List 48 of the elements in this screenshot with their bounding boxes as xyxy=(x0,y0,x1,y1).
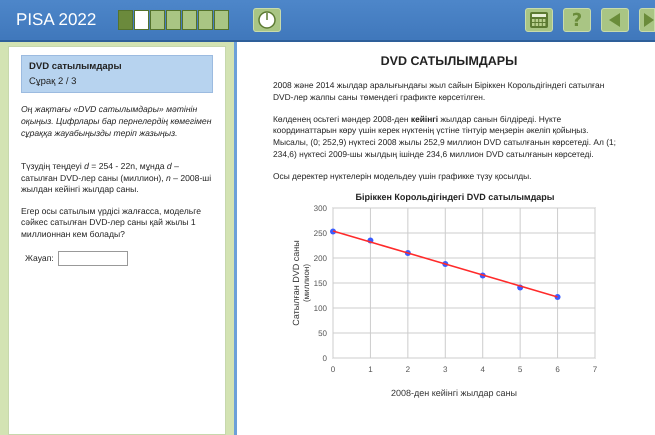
data-point[interactable] xyxy=(442,261,448,268)
forward-icon[interactable] xyxy=(639,8,655,32)
back-icon[interactable] xyxy=(601,8,629,32)
progress-step[interactable] xyxy=(134,10,150,30)
stimulus-title: DVD САТЫЛЫМДАРЫ xyxy=(380,54,518,68)
x-tick-label: 3 xyxy=(443,365,448,374)
x-tick-label: 7 xyxy=(592,365,598,374)
timer-icon[interactable] xyxy=(253,8,282,32)
answer-label: Жауап: xyxy=(25,253,54,264)
question-text: Түзудің теңдеуі d = 254 - 22n, мұнда d – сатылған DVD-лер саны (миллион), n – 2008-ші жылдан кейінгі жылдар саны. xyxy=(21,161,212,196)
data-point[interactable] xyxy=(554,294,561,300)
help-button[interactable]: ? xyxy=(563,8,591,32)
y-tick-label: 100 xyxy=(314,304,327,314)
data-point[interactable] xyxy=(480,272,486,279)
chart-title: Біріккен Корольдігіндегі DVD сатылымдары xyxy=(354,192,556,202)
y-tick-label: 0 xyxy=(322,354,327,364)
answer-field[interactable] xyxy=(58,250,128,266)
stimulus-text: Осы деректер нүктелерін модельдеу үшін графикке түзу қосылды. xyxy=(273,170,532,182)
x-axis-label: 2008-ден кейінгі жылдар саны xyxy=(390,388,518,398)
stimulus-text: 2008 және 2014 жылдар аралығындағы жыл сайын Біріккен Корольдігіндегі сатылған DVD-лер жалпы саны төмендегі графикте көрсетілген. xyxy=(273,80,606,104)
x-tick-label: 1 xyxy=(368,365,373,374)
y-axis-label: Сатылған DVD саны (миллион) xyxy=(291,240,311,326)
y-tick-label: 150 xyxy=(314,279,327,288)
progress-step[interactable] xyxy=(150,10,166,30)
x-tick-label: 5 xyxy=(518,365,522,374)
app-title: PISA 2022 xyxy=(16,10,96,30)
data-point[interactable] xyxy=(367,238,374,244)
y-tick-label: 300 xyxy=(314,204,327,214)
data-point[interactable] xyxy=(517,284,524,291)
progress-step[interactable] xyxy=(166,10,182,30)
data-point[interactable] xyxy=(330,228,336,235)
y-tick-label: 200 xyxy=(314,254,327,264)
data-point[interactable] xyxy=(404,250,411,256)
x-tick-label: 6 xyxy=(555,365,560,374)
calculator-icon[interactable] xyxy=(525,8,553,32)
x-tick-label: 0 xyxy=(330,365,336,374)
progress-step[interactable] xyxy=(214,10,230,30)
instruction-text: Оң жақтағы «DVD сатылымдары» мәтінін оқыңыз. Цифрлары бар пернелердің көмегімен сұраққа жауабыңызды теріп жазыңыз. xyxy=(21,103,212,140)
stimulus-text: Көлденең осьтегі мәндер 2008-ден кейінгі жылдар санын білдіреді. Нүкте координаттарын көру үшін керек нүктенің үстіне тінтуір меңзерін әкеліп қойыңыз. Мысалы, (0; 252,9) нүктесі 2008 жылы 252,9 миллион DVD сатылғанын көрсетеді. Ал (1; 234,6) нүктесі 2009-шы жылдың ішінде 234,6 миллион DVD сатылғанын көрсетеді. xyxy=(273,114,617,161)
question-counter: Сұрақ 2 / 3 xyxy=(29,76,78,87)
y-tick-label: 50 xyxy=(318,329,327,338)
x-tick-label: 4 xyxy=(480,365,485,374)
x-tick-label: 2 xyxy=(406,365,410,374)
unit-title: DVD сатылымдары xyxy=(29,61,123,72)
progress-step[interactable] xyxy=(182,10,198,30)
y-tick-label: 250 xyxy=(314,229,327,238)
question-text: Егер осы сатылым үрдісі жалғасса, модельге сәйкес сатылған DVD-лер саны қай жылы 1 миллионнан кем болады? xyxy=(21,206,202,241)
progress-step[interactable] xyxy=(198,10,214,30)
